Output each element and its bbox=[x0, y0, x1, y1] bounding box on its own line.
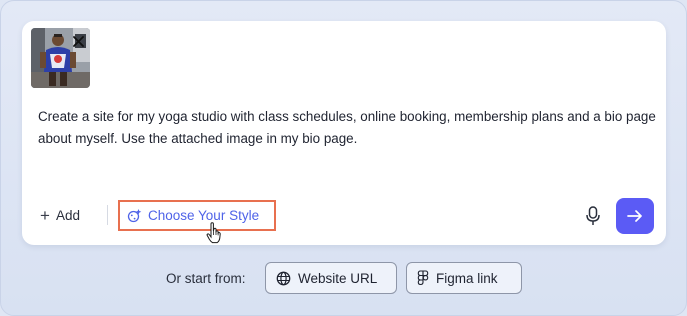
start-from-row: Or start from: Website URL Figma link bbox=[0, 262, 687, 295]
prompt-composer: Create a site for my yoga studio with cl… bbox=[22, 21, 666, 245]
prompt-textarea[interactable]: Create a site for my yoga studio with cl… bbox=[38, 106, 658, 150]
palette-sparkle-icon bbox=[127, 209, 142, 223]
toolbar-divider bbox=[107, 205, 108, 225]
plus-icon: + bbox=[40, 205, 50, 225]
microphone-icon bbox=[586, 206, 600, 225]
arrow-right-icon bbox=[627, 210, 642, 222]
add-button[interactable]: + Add bbox=[40, 204, 80, 226]
figma-icon bbox=[417, 270, 429, 286]
close-icon bbox=[72, 35, 84, 47]
add-button-label: Add bbox=[55, 207, 80, 223]
figma-link-label: Figma link bbox=[436, 270, 498, 286]
choose-style-button[interactable]: Choose Your Style bbox=[118, 200, 276, 231]
choose-style-label: Choose Your Style bbox=[148, 208, 260, 223]
website-url-button[interactable]: Website URL bbox=[265, 262, 397, 294]
figma-link-button[interactable]: Figma link bbox=[406, 262, 522, 294]
globe-icon bbox=[276, 271, 291, 285]
website-url-label: Website URL bbox=[298, 270, 378, 286]
hand-cursor-icon bbox=[206, 222, 221, 244]
remove-attachment-button[interactable] bbox=[70, 33, 86, 49]
start-from-label: Or start from: bbox=[166, 271, 246, 286]
send-button[interactable] bbox=[616, 198, 654, 234]
voice-input-button[interactable] bbox=[584, 205, 602, 227]
